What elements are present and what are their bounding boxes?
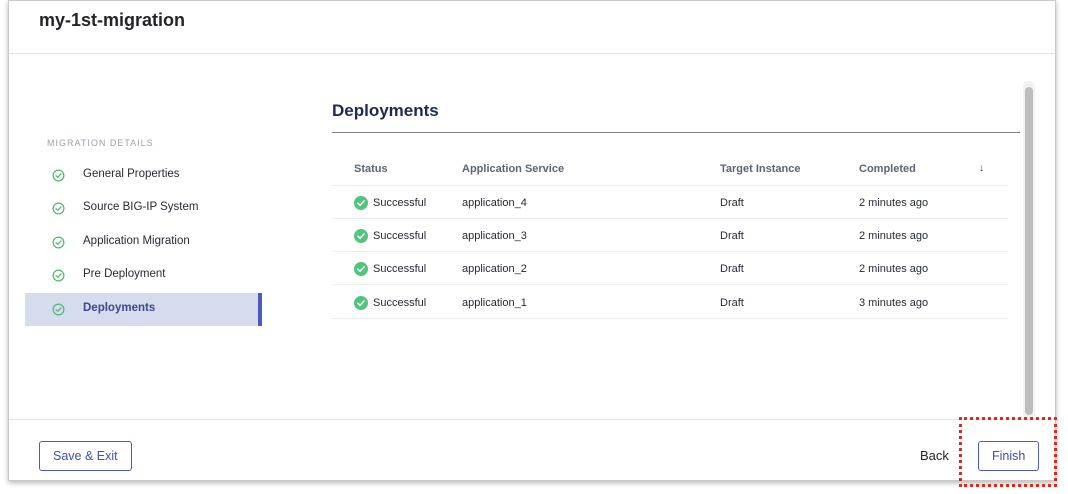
status-text: Successful: [373, 263, 427, 275]
title-divider: [332, 132, 1020, 133]
column-header-status[interactable]: Status: [354, 163, 388, 175]
page-title: my-1st-migration: [39, 10, 186, 30]
completed-cell: 2 minutes ago: [859, 230, 929, 242]
table-header: Status Application Service Target Instan…: [332, 153, 1008, 186]
sidebar-item-label: Pre Deployment: [83, 268, 166, 280]
sidebar-item-label: Deployments: [83, 302, 156, 314]
column-header-completed[interactable]: Completed: [859, 163, 916, 175]
target-instance-cell: Draft: [720, 230, 744, 242]
check-circle-icon: [52, 303, 65, 316]
completed-cell: 2 minutes ago: [859, 197, 929, 209]
application-service-cell: application_2: [462, 263, 527, 275]
table-row: Successful application_2 Draft 2 minutes…: [332, 252, 1008, 285]
table-row: Successful application_4 Draft 2 minutes…: [332, 186, 1008, 219]
success-check-icon: [354, 229, 368, 243]
vertical-scrollbar[interactable]: [1023, 81, 1035, 421]
migration-window: my-1st-migration MIGRATION DETAILS Gener…: [8, 0, 1056, 481]
column-header-application-service[interactable]: Application Service: [462, 163, 564, 175]
sidebar-section-label: MIGRATION DETAILS: [47, 138, 154, 148]
back-button[interactable]: Back: [920, 448, 949, 463]
completed-cell: 2 minutes ago: [859, 263, 929, 275]
target-instance-cell: Draft: [720, 197, 744, 209]
save-exit-button[interactable]: Save & Exit: [39, 441, 132, 471]
target-instance-cell: Draft: [720, 297, 744, 309]
sidebar-item-label: General Properties: [83, 168, 180, 180]
sidebar-item-label: Application Migration: [83, 235, 190, 247]
status-text: Successful: [373, 230, 427, 242]
sidebar-item-application-migration[interactable]: Application Migration: [25, 226, 259, 259]
section-title: Deployments: [332, 101, 439, 120]
application-service-cell: application_1: [462, 297, 527, 309]
table-row: Successful application_3 Draft 2 minutes…: [332, 219, 1008, 252]
check-circle-icon: [52, 169, 65, 182]
completed-cell: 3 minutes ago: [859, 297, 929, 309]
success-check-icon: [354, 296, 368, 310]
scrollbar-thumb[interactable]: [1025, 87, 1033, 415]
sort-arrow-icon[interactable]: ↓: [979, 163, 984, 174]
sidebar-item-general-properties[interactable]: General Properties: [25, 159, 259, 192]
status-text: Successful: [373, 197, 427, 209]
page-header: my-1st-migration: [9, 1, 1055, 54]
target-instance-cell: Draft: [720, 263, 744, 275]
finish-button[interactable]: Finish: [978, 441, 1040, 471]
application-service-cell: application_3: [462, 230, 527, 242]
success-check-icon: [354, 262, 368, 276]
success-check-icon: [354, 196, 368, 210]
application-service-cell: application_4: [462, 197, 527, 209]
sidebar-item-source-big-ip-system[interactable]: Source BIG-IP System: [25, 192, 259, 225]
sidebar-item-label: Source BIG-IP System: [83, 201, 199, 213]
table-row: Successful application_1 Draft 3 minutes…: [332, 286, 1008, 319]
check-circle-icon: [52, 269, 65, 282]
sidebar-item-pre-deployment[interactable]: Pre Deployment: [25, 259, 259, 292]
footer-bar: Save & Exit Back Finish: [9, 419, 1055, 482]
sidebar-item-deployments[interactable]: Deployments: [25, 293, 262, 326]
column-header-target-instance[interactable]: Target Instance: [720, 163, 801, 175]
check-circle-icon: [52, 202, 65, 215]
check-circle-icon: [52, 236, 65, 249]
status-text: Successful: [373, 297, 427, 309]
